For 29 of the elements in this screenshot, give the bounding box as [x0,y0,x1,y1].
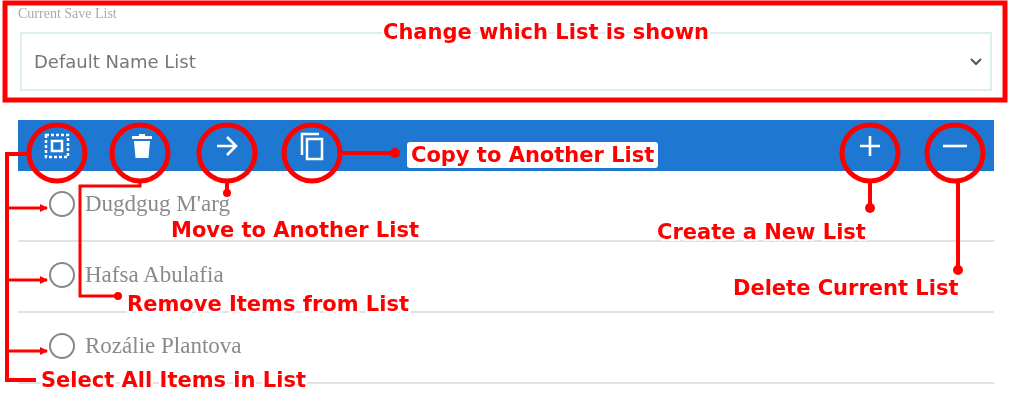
leader-line [223,181,231,197]
annotation-text: Delete Current List [733,276,959,300]
plus-icon [859,134,881,157]
minus-icon [943,143,967,148]
highlight-ring [281,122,343,184]
highlight-ring [924,122,986,184]
highlight-ring [109,122,171,184]
highlight-ring [26,122,88,184]
annotation-text: Create a New List [657,220,866,244]
dashed-square-icon [44,132,70,159]
highlight-ring [839,122,901,184]
leader-line [340,148,400,158]
annotation-text: Move to Another List [171,218,419,242]
annotation-text: Remove Items from List [127,292,409,316]
trash-icon [132,133,152,158]
arrow-right-icon [215,134,239,157]
radio-button[interactable] [49,261,75,288]
radio-button[interactable] [49,190,75,217]
list-item-name: Rozálie Plantova [85,332,242,359]
field-label: Current Save List [18,6,118,22]
radio-button[interactable] [49,332,75,359]
copy-icon [299,130,325,161]
annotation-text: Select All Items in List [41,368,306,392]
chevron-down-icon [970,57,982,66]
annotation-text: Copy to Another List [407,142,659,168]
leader-line [865,181,875,213]
list-item-name: Hafsa Abulafia [85,261,224,288]
list-item-name: Dugdgug M'arg [85,190,230,217]
highlight-ring [196,122,258,184]
